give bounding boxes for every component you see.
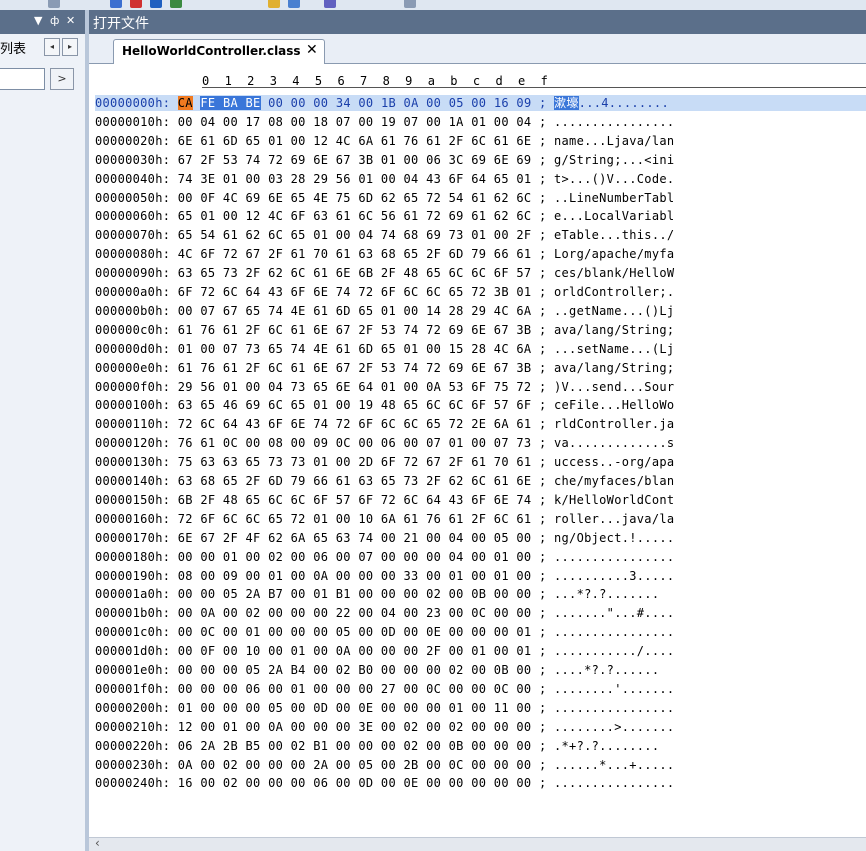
hex-row[interactable]: 00000070h: 65 54 61 62 6C 65 01 00 04 74… bbox=[95, 227, 674, 243]
hex-row[interactable]: 000001e0h: 00 00 00 05 2A B4 00 02 B0 00… bbox=[95, 662, 659, 678]
hex-row[interactable]: 00000170h: 6E 67 2F 4F 62 6A 65 63 74 00… bbox=[95, 530, 674, 546]
hex-row[interactable]: 00000090h: 63 65 73 2F 62 6C 61 6E 6B 2F… bbox=[95, 265, 674, 281]
list-label: 列表 bbox=[0, 42, 27, 57]
hex-row[interactable]: 000001d0h: 00 0F 00 10 00 01 00 0A 00 00… bbox=[95, 643, 674, 659]
hex-row[interactable]: 00000060h: 65 01 00 12 4C 6F 63 61 6C 56… bbox=[95, 208, 674, 224]
tab-helloworldcontroller[interactable]: HelloWorldController.class ✕ bbox=[113, 39, 325, 64]
hex-row[interactable]: 000001b0h: 00 0A 00 02 00 00 00 22 00 04… bbox=[95, 605, 674, 621]
hex-row[interactable]: 000000c0h: 61 76 61 2F 6C 61 6E 67 2F 53… bbox=[95, 322, 674, 338]
selected-bytes[interactable]: FE BA BE bbox=[200, 96, 261, 110]
dropdown-arrow-icon[interactable] bbox=[404, 0, 416, 8]
hex-row[interactable]: 000001a0h: 00 00 05 2A B7 00 01 B1 00 00… bbox=[95, 586, 659, 602]
hex-row-selected[interactable]: 00000000h: CA FE BA BE 00 00 00 34 00 1B… bbox=[95, 95, 866, 111]
left-panel: 列表 ◂ ▸ > bbox=[0, 34, 85, 851]
compare-icon[interactable] bbox=[288, 0, 300, 8]
collapse-icon[interactable]: ▼ bbox=[34, 14, 42, 27]
hex-row[interactable]: 000000b0h: 00 07 67 65 74 4E 61 6D 65 01… bbox=[95, 303, 674, 319]
hex-row[interactable]: 00000010h: 00 04 00 17 08 00 18 07 00 19… bbox=[95, 114, 674, 130]
hex-row[interactable]: 00000180h: 00 00 01 00 02 00 06 00 07 00… bbox=[95, 549, 674, 565]
hex-row[interactable]: 00000150h: 6B 2F 48 65 6C 6C 6F 57 6F 72… bbox=[95, 492, 674, 508]
nav-prev-button[interactable]: ◂ bbox=[44, 38, 60, 56]
close-icon[interactable]: ✕ bbox=[66, 14, 75, 27]
nav-next-button[interactable]: ▸ bbox=[62, 38, 78, 56]
hex-row[interactable]: 00000140h: 63 68 65 2F 6D 79 66 61 63 65… bbox=[95, 473, 674, 489]
hex-row[interactable]: 00000190h: 08 00 09 00 01 00 0A 00 00 00… bbox=[95, 568, 674, 584]
chart-icon[interactable] bbox=[150, 0, 162, 8]
hex-row[interactable]: 00000100h: 63 65 46 69 6C 65 01 00 19 48… bbox=[95, 397, 674, 413]
cursor-byte[interactable]: CA bbox=[177, 96, 193, 110]
hex-row[interactable]: 00000020h: 6E 61 6D 65 01 00 12 4C 6A 61… bbox=[95, 133, 674, 149]
image-icon[interactable] bbox=[268, 0, 280, 8]
dropdown-arrow-icon[interactable] bbox=[48, 0, 60, 8]
hex-row[interactable]: 00000230h: 0A 00 02 00 00 00 2A 00 05 00… bbox=[95, 757, 674, 773]
hex-row[interactable]: 00000040h: 74 3E 01 00 03 28 29 56 01 00… bbox=[95, 171, 674, 187]
toolbar bbox=[0, 0, 866, 10]
document-titlebar: 打开文件 bbox=[89, 10, 866, 34]
scroll-left-icon[interactable]: ‹ bbox=[95, 836, 100, 850]
hex-row[interactable]: 00000240h: 16 00 02 00 00 00 06 00 0D 00… bbox=[95, 775, 674, 791]
hex-row[interactable]: 00000200h: 01 00 00 00 05 00 0D 00 0E 00… bbox=[95, 700, 674, 716]
hex-row[interactable]: 000000f0h: 29 56 01 00 04 73 65 6E 64 01… bbox=[95, 379, 674, 395]
hex-editor[interactable]: 0 1 2 3 4 5 6 7 8 9 a b c d e f 00000000… bbox=[89, 64, 866, 851]
selected-ascii[interactable]: 漱壕 bbox=[554, 96, 579, 110]
word-icon[interactable] bbox=[130, 0, 142, 8]
hex-row[interactable]: 00000030h: 67 2F 53 74 72 69 6E 67 3B 01… bbox=[95, 152, 674, 168]
horizontal-scrollbar[interactable]: ‹ bbox=[89, 836, 866, 851]
folder-icon[interactable] bbox=[170, 0, 182, 8]
left-panel-titlebar: ▼ ф ✕ bbox=[0, 10, 85, 34]
hex-row[interactable]: 000000d0h: 01 00 07 73 65 74 4E 61 6D 65… bbox=[95, 341, 674, 357]
ruler-digits: 0 1 2 3 4 5 6 7 8 9 a b c d e f bbox=[202, 74, 549, 88]
row-ascii[interactable]: ...4........ bbox=[579, 96, 669, 110]
row-bytes[interactable]: 00 00 00 34 00 1B 0A 00 05 00 16 09 ; bbox=[268, 96, 546, 110]
go-button[interactable]: > bbox=[50, 68, 74, 90]
hex-row[interactable]: 00000220h: 06 2A 2B B5 00 02 B1 00 00 00… bbox=[95, 738, 659, 754]
hex-row[interactable]: 00000210h: 12 00 01 00 0A 00 00 00 3E 00… bbox=[95, 719, 674, 735]
hex-row[interactable]: 000001c0h: 00 0C 00 01 00 00 00 05 00 0D… bbox=[95, 624, 674, 640]
tab-label: HelloWorldController.class bbox=[122, 44, 301, 58]
close-tab-icon[interactable]: ✕ bbox=[306, 42, 318, 58]
document-title: 打开文件 bbox=[93, 16, 149, 32]
settings-icon[interactable] bbox=[324, 0, 336, 8]
ruler-divider bbox=[202, 87, 866, 88]
save-icon[interactable] bbox=[110, 0, 122, 8]
hex-row[interactable]: 00000160h: 72 6F 6C 6C 65 72 01 00 10 6A… bbox=[95, 511, 674, 527]
hex-row[interactable]: 00000130h: 75 63 63 65 73 73 01 00 2D 6F… bbox=[95, 454, 674, 470]
hex-row[interactable]: 00000110h: 72 6C 64 43 6F 6E 74 72 6F 6C… bbox=[95, 416, 674, 432]
hex-row[interactable]: 000001f0h: 00 00 00 06 00 01 00 00 00 27… bbox=[95, 681, 674, 697]
hex-row[interactable]: 00000080h: 4C 6F 72 67 2F 61 70 61 63 68… bbox=[95, 246, 674, 262]
hex-row[interactable]: 000000a0h: 6F 72 6C 64 43 6F 6E 74 72 6F… bbox=[95, 284, 674, 300]
pin-icon[interactable]: ф bbox=[50, 14, 59, 27]
path-input[interactable] bbox=[0, 68, 45, 90]
hex-row[interactable]: 000000e0h: 61 76 61 2F 6C 61 6E 67 2F 53… bbox=[95, 360, 674, 376]
row-address: 00000000h: bbox=[95, 96, 171, 110]
hex-row[interactable]: 00000120h: 76 61 0C 00 08 00 09 0C 00 06… bbox=[95, 435, 674, 451]
hex-row[interactable]: 00000050h: 00 0F 4C 69 6E 65 4E 75 6D 62… bbox=[95, 190, 674, 206]
column-ruler: 0 1 2 3 4 5 6 7 8 9 a b c d e f bbox=[89, 64, 866, 94]
